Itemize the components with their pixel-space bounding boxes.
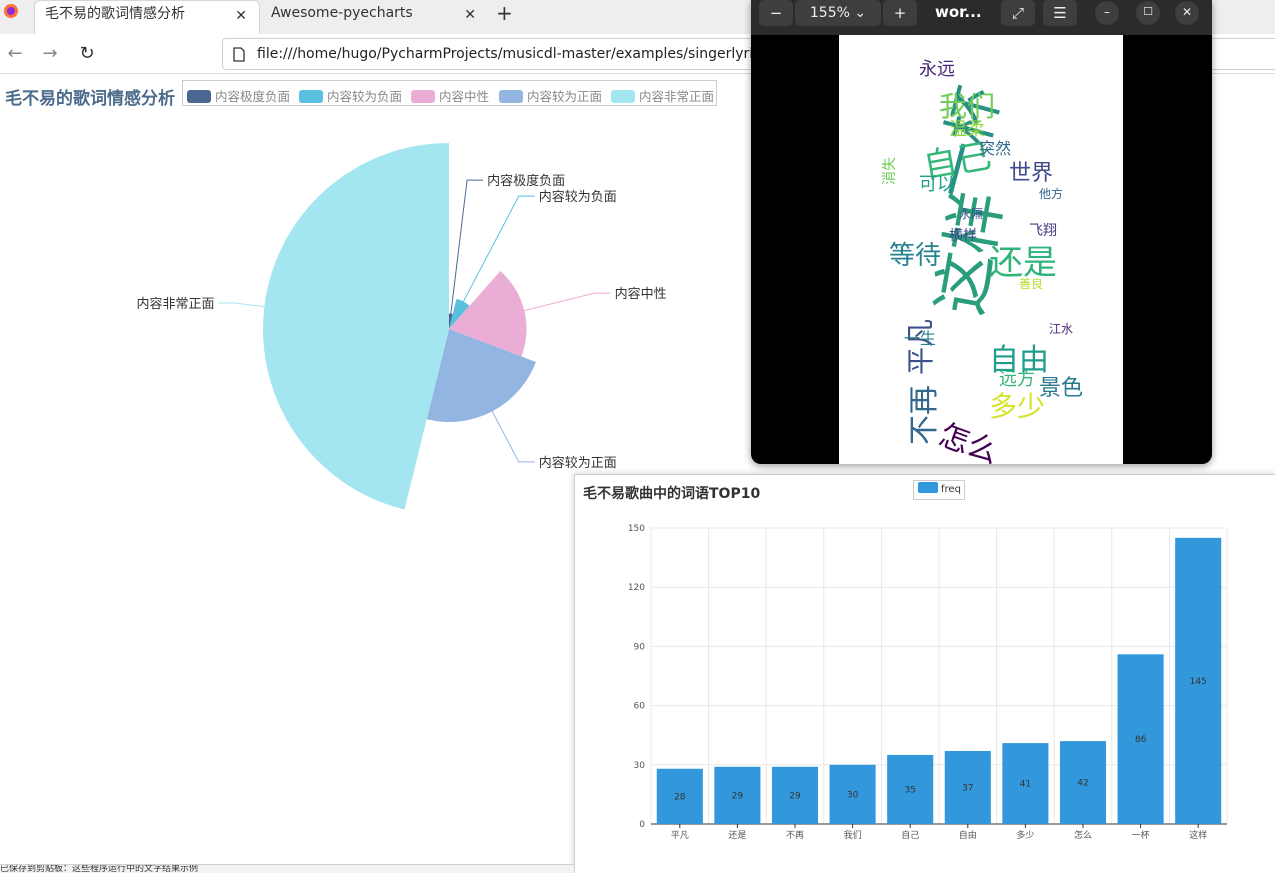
zoom-level-dropdown[interactable]: 155% ⌄: [795, 0, 881, 26]
viewer-header: − 155% ⌄ + wor... ⤢ ☰ – ☐ ✕: [751, 0, 1212, 35]
chevron-down-icon: ⌄: [854, 5, 867, 21]
wordcloud-word: 飞翔: [1029, 223, 1057, 239]
x-tick-label: 我们: [844, 829, 862, 841]
legend-item-very-negative[interactable]: 内容极度负面: [187, 86, 290, 105]
wordcloud-word: 永隔: [959, 207, 984, 221]
file-icon: [233, 47, 245, 62]
word-frequency-bar-chart: 0 30 60 90 120 150 28 平凡 29 还是 29 不再 30 我们 35 自己 37 自由 41 多…: [628, 524, 1228, 841]
close-tab-icon[interactable]: ✕: [235, 5, 247, 27]
legend-item-positive[interactable]: 内容较为正面: [499, 86, 602, 105]
pie-slice-label: 内容较为正面: [539, 455, 617, 471]
maximize-icon[interactable]: ☐: [1136, 1, 1160, 25]
bar-value-label: 28: [674, 792, 686, 802]
wordcloud-word: 可以: [919, 174, 955, 195]
fullscreen-icon[interactable]: ⤢: [1001, 0, 1035, 26]
wordcloud-word: 横样: [949, 228, 977, 244]
bar-chart-panel: 毛不易歌曲中的词语TOP10 freq 0 30 60 90 120 150 28 平凡 29 还…: [574, 474, 1275, 873]
bar-value-label: 145: [1190, 677, 1207, 687]
pie-slice-label: 内容较为负面: [539, 189, 617, 205]
wordcloud-word: 远方: [999, 369, 1035, 390]
bar-value-label: 41: [1020, 780, 1031, 790]
image-viewer-window: − 155% ⌄ + wor... ⤢ ☰ – ☐ ✕ 这样 一杯 还是 自由 多少 怎么…: [751, 0, 1212, 464]
wordcloud-image: 这样 一杯 还是 自由 多少 怎么 不再 平凡 自己 我们 世界 等待 永远 温柔 突然 可以 横样 飞翔 一生 远方…: [839, 35, 1123, 464]
pie-label-line: [491, 411, 535, 463]
legend-item-negative[interactable]: 内容较为负面: [299, 86, 402, 105]
x-tick-label: 这样: [1189, 829, 1207, 841]
zoom-level: 155%: [809, 5, 850, 21]
y-tick-label: 150: [628, 524, 645, 534]
wordcloud-word: 不再: [907, 385, 942, 445]
zoom-in-icon[interactable]: +: [883, 0, 917, 26]
legend-item-very-positive[interactable]: 内容非常正面: [611, 86, 714, 105]
x-tick-label: 平凡: [671, 830, 689, 841]
wordcloud-word: 景色: [1039, 376, 1084, 401]
wordcloud-word: 世界: [1009, 161, 1054, 186]
status-bar: 已保存到剪贴板：这些程序运行中的文字结果示例: [0, 864, 574, 873]
pie-slice-label: 内容中性: [615, 286, 667, 302]
back-arrow-icon[interactable]: ←: [3, 42, 27, 66]
pie-legend: 内容极度负面 内容较为负面 内容中性 内容较为正面 内容非常正面: [182, 80, 717, 106]
x-tick-label: 一杯: [1132, 829, 1150, 841]
tab-label: 毛不易的歌词情感分析: [45, 6, 185, 22]
wordcloud-word: 善良: [1019, 277, 1044, 291]
pie-label-line: [524, 292, 611, 311]
minimize-icon[interactable]: –: [1095, 1, 1119, 25]
wordcloud-word: 他方: [1039, 187, 1064, 201]
bar-chart-title: 毛不易歌曲中的词语TOP10: [583, 486, 761, 502]
pie-chart-title: 毛不易的歌词情感分析: [5, 89, 175, 109]
bar-value-label: 35: [904, 785, 915, 795]
bar-value-label: 37: [962, 783, 973, 793]
legend-swatch: [918, 482, 938, 493]
zoom-out-icon[interactable]: −: [759, 0, 793, 26]
wordcloud-word: 等待: [889, 241, 942, 271]
tab-awesome-pyecharts[interactable]: Awesome-pyecharts ✕: [262, 0, 488, 34]
close-tab-icon[interactable]: ✕: [464, 4, 476, 26]
wordcloud-word: 一生: [904, 329, 937, 348]
firefox-icon[interactable]: [3, 3, 19, 19]
pie-label-line: [218, 302, 265, 308]
wordcloud-word: 永远: [919, 59, 955, 80]
url-text: file:///home/hugo/PycharmProjects/musicd…: [257, 46, 769, 62]
pie-slice-label: 内容非常正面: [137, 296, 215, 312]
bar-value-label: 29: [732, 791, 744, 801]
bar-value-label: 42: [1077, 779, 1088, 789]
bar-value-label: 29: [789, 791, 801, 801]
pie-slice-label: 内容极度负面: [487, 173, 565, 189]
forward-arrow-icon[interactable]: →: [38, 42, 62, 66]
x-tick-label: 还是: [728, 829, 746, 841]
reload-icon[interactable]: ↻: [75, 42, 99, 66]
close-icon[interactable]: ✕: [1175, 1, 1199, 25]
x-tick-label: 不再: [786, 830, 804, 841]
wordcloud-word: 消失: [882, 157, 898, 185]
x-tick-label: 自由: [959, 829, 977, 841]
y-tick-label: 30: [634, 761, 646, 771]
bar-value-label: 30: [847, 790, 859, 800]
wordcloud-word: 多少: [989, 390, 1046, 423]
new-tab-button[interactable]: +: [496, 1, 513, 25]
pie-label-line: [450, 179, 484, 314]
viewer-title: wor...: [935, 3, 982, 21]
legend-item-neutral[interactable]: 内容中性: [411, 86, 489, 105]
bar-legend[interactable]: freq: [913, 480, 965, 500]
status-text: 已保存到剪贴板：这些程序运行中的文字结果示例: [0, 864, 199, 873]
x-tick-label: 自己: [901, 829, 919, 841]
wordcloud-word: 突然: [979, 139, 1012, 158]
y-tick-label: 60: [634, 702, 646, 712]
bar-value-label: 86: [1135, 735, 1147, 745]
pie-slice[interactable]: [262, 143, 449, 510]
y-tick-label: 120: [628, 583, 645, 593]
tab-label: Awesome-pyecharts: [271, 5, 413, 21]
y-tick-label: 0: [639, 820, 645, 830]
menu-icon[interactable]: ☰: [1043, 0, 1077, 26]
wordcloud-word: 江水: [1049, 322, 1074, 336]
legend-label: freq: [941, 484, 961, 495]
x-tick-label: 怎么: [1074, 829, 1092, 841]
y-tick-label: 90: [634, 642, 646, 652]
tab-lyrics-analysis[interactable]: 毛不易的歌词情感分析 ✕: [34, 0, 260, 34]
x-tick-label: 多少: [1016, 829, 1034, 841]
